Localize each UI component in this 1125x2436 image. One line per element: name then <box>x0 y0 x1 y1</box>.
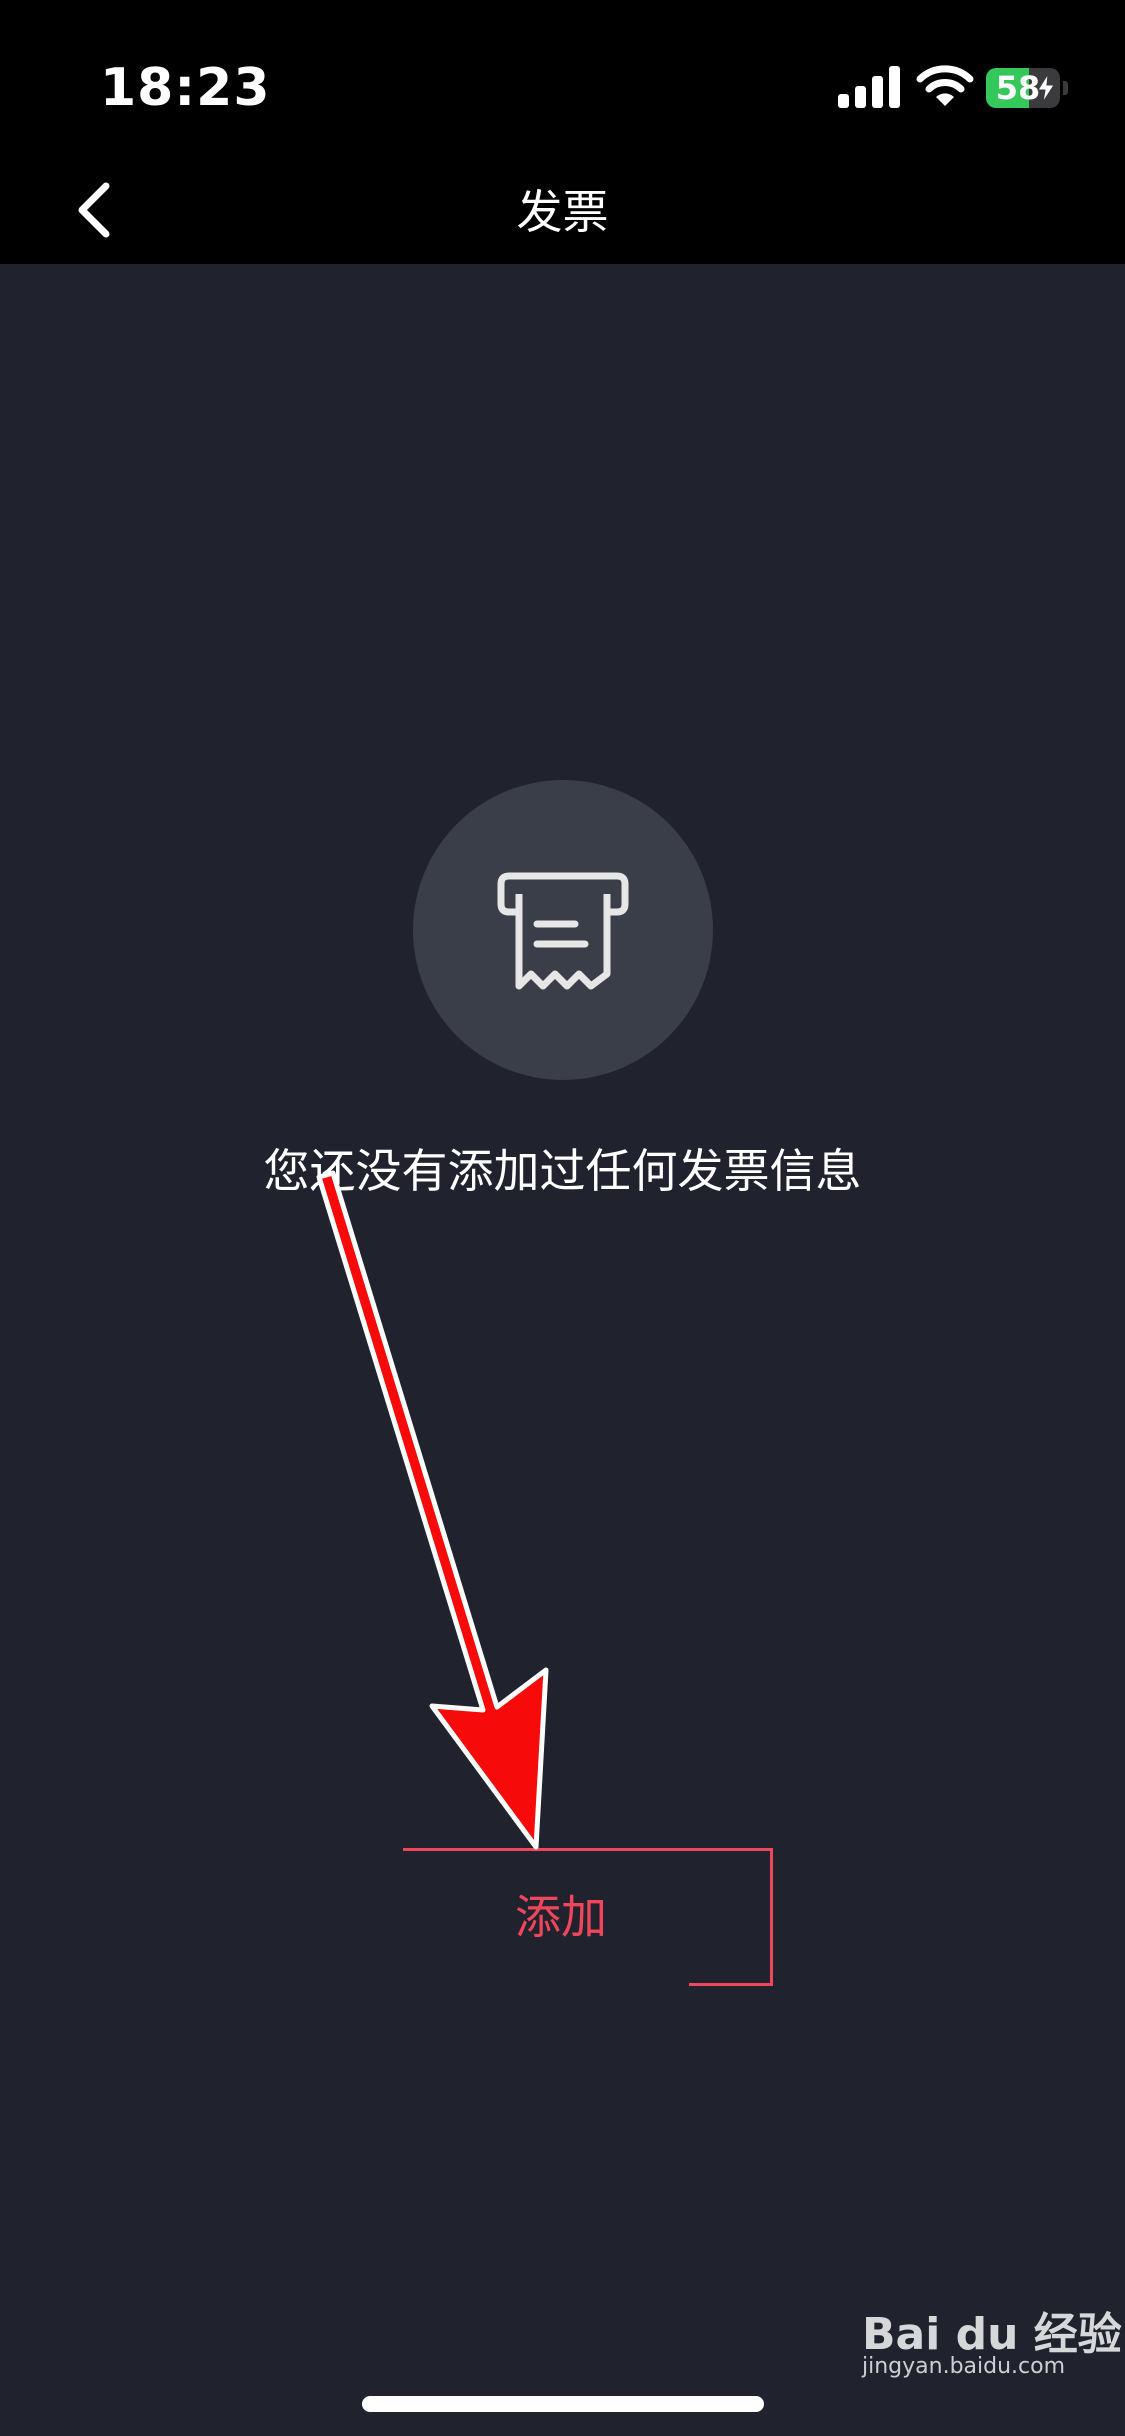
status-time: 18:23 <box>100 58 271 118</box>
watermark-brand: Bai du 经验 <box>862 2309 1122 2360</box>
home-indicator[interactable] <box>362 2396 764 2412</box>
watermark-url: jingyan.baidu.com <box>862 2354 1066 2379</box>
page-title: 发票 <box>516 185 609 239</box>
status-bar: 18:23 58 <box>0 0 1125 160</box>
chevron-left-icon <box>78 182 110 238</box>
receipt-icon <box>497 872 629 990</box>
back-button[interactable] <box>60 170 140 250</box>
battery-icon: 58 <box>986 68 1068 108</box>
nav-bar: 发票 <box>0 160 1125 264</box>
bolt-icon <box>1037 74 1055 102</box>
signal-icon <box>838 66 900 108</box>
empty-state-icon-circle <box>413 780 713 1080</box>
annotation-arrow <box>316 1170 549 1850</box>
baidu-jingyan-watermark: Bai du 经验 jingyan.baidu.com <box>862 2298 1122 2379</box>
wifi-icon <box>916 65 974 106</box>
